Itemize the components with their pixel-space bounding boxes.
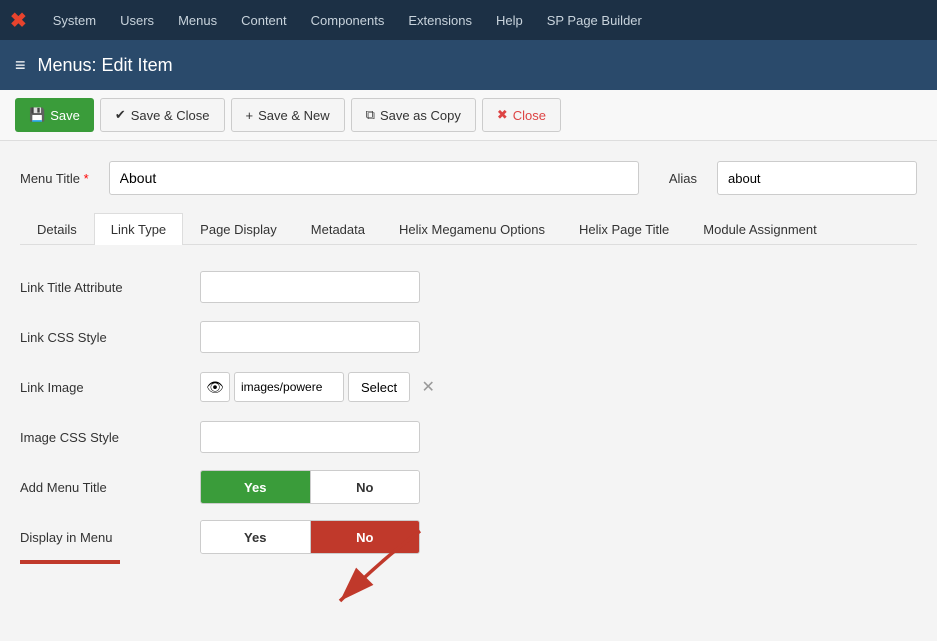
tab-helix-megamenu[interactable]: Helix Megamenu Options bbox=[382, 213, 562, 245]
form-title-row: Menu Title * Alias bbox=[20, 161, 917, 195]
red-underline-indicator bbox=[20, 560, 120, 564]
nav-item-components[interactable]: Components bbox=[299, 0, 397, 40]
add-menu-title-label: Add Menu Title bbox=[20, 480, 200, 495]
tab-link-type[interactable]: Link Type bbox=[94, 213, 183, 245]
nav-item-help[interactable]: Help bbox=[484, 0, 535, 40]
eye-icon: 👁 bbox=[206, 379, 224, 396]
link-image-clear-button[interactable]: ✕ bbox=[414, 373, 442, 401]
link-image-row: Link Image 👁 Select ✕ bbox=[20, 370, 917, 404]
close-x-icon: ✖ bbox=[497, 107, 508, 123]
link-css-style-input[interactable] bbox=[200, 321, 420, 353]
nav-item-users[interactable]: Users bbox=[108, 0, 166, 40]
display-in-menu-no-button[interactable]: No bbox=[311, 521, 420, 553]
menu-title-label: Menu Title * bbox=[20, 171, 89, 186]
link-css-style-row: Link CSS Style bbox=[20, 320, 917, 354]
display-in-menu-row: Display in Menu Yes No bbox=[20, 520, 917, 554]
link-image-path-input[interactable] bbox=[234, 372, 344, 402]
plus-icon: + bbox=[246, 108, 254, 123]
tab-metadata[interactable]: Metadata bbox=[294, 213, 382, 245]
link-type-fields: Link Title Attribute Link CSS Style Link… bbox=[20, 265, 917, 575]
tabs-bar: Details Link Type Page Display Metadata … bbox=[20, 213, 917, 245]
nav-item-sp-page-builder[interactable]: SP Page Builder bbox=[535, 0, 654, 40]
save-icon: 💾 bbox=[29, 107, 45, 123]
link-title-attribute-input[interactable] bbox=[200, 271, 420, 303]
add-menu-title-row: Add Menu Title Yes No bbox=[20, 470, 917, 504]
x-clear-icon: ✕ bbox=[421, 377, 434, 397]
page-title: Menus: Edit Item bbox=[38, 55, 173, 76]
nav-item-menus[interactable]: Menus bbox=[166, 0, 229, 40]
add-menu-title-no-button[interactable]: No bbox=[311, 471, 420, 503]
save-button[interactable]: 💾 Save bbox=[15, 98, 94, 132]
display-in-menu-toggle: Yes No bbox=[200, 520, 420, 554]
sub-header: ≡ Menus: Edit Item bbox=[0, 40, 937, 90]
save-copy-button[interactable]: ⧉ Save as Copy bbox=[351, 98, 476, 132]
copy-icon: ⧉ bbox=[366, 107, 375, 123]
link-image-group: 👁 Select ✕ bbox=[200, 372, 442, 402]
tab-helix-page-title[interactable]: Helix Page Title bbox=[562, 213, 686, 245]
link-image-select-button[interactable]: Select bbox=[348, 372, 410, 402]
check-icon: ✔ bbox=[115, 107, 126, 123]
save-close-button[interactable]: ✔ Save & Close bbox=[100, 98, 225, 132]
tab-module-assignment[interactable]: Module Assignment bbox=[686, 213, 833, 245]
link-title-attribute-row: Link Title Attribute bbox=[20, 270, 917, 304]
eye-button[interactable]: 👁 bbox=[200, 372, 230, 402]
save-new-button[interactable]: + Save & New bbox=[231, 98, 345, 132]
required-marker: * bbox=[84, 171, 89, 186]
link-css-style-label: Link CSS Style bbox=[20, 330, 200, 345]
link-title-attribute-label: Link Title Attribute bbox=[20, 280, 200, 295]
tab-details[interactable]: Details bbox=[20, 213, 94, 245]
alias-input[interactable] bbox=[717, 161, 917, 195]
tab-page-display[interactable]: Page Display bbox=[183, 213, 294, 245]
image-css-style-label: Image CSS Style bbox=[20, 430, 200, 445]
add-menu-title-toggle: Yes No bbox=[200, 470, 420, 504]
nav-item-system[interactable]: System bbox=[41, 0, 108, 40]
top-navigation: ✖ System Users Menus Content Components … bbox=[0, 0, 937, 40]
image-css-style-input[interactable] bbox=[200, 421, 420, 453]
link-image-label: Link Image bbox=[20, 380, 200, 395]
joomla-logo: ✖ bbox=[10, 8, 27, 33]
image-css-style-row: Image CSS Style bbox=[20, 420, 917, 454]
nav-item-content[interactable]: Content bbox=[229, 0, 299, 40]
toolbar: 💾 Save ✔ Save & Close + Save & New ⧉ Sav… bbox=[0, 90, 937, 141]
close-button[interactable]: ✖ Close bbox=[482, 98, 561, 132]
hamburger-icon[interactable]: ≡ bbox=[15, 55, 26, 76]
content-area: Menu Title * Alias Details Link Type Pag… bbox=[0, 141, 937, 575]
display-in-menu-yes-button[interactable]: Yes bbox=[201, 521, 310, 553]
add-menu-title-yes-button[interactable]: Yes bbox=[201, 471, 310, 503]
alias-label: Alias bbox=[669, 171, 697, 186]
menu-title-input[interactable] bbox=[109, 161, 639, 195]
display-in-menu-label: Display in Menu bbox=[20, 530, 200, 545]
nav-item-extensions[interactable]: Extensions bbox=[396, 0, 484, 40]
